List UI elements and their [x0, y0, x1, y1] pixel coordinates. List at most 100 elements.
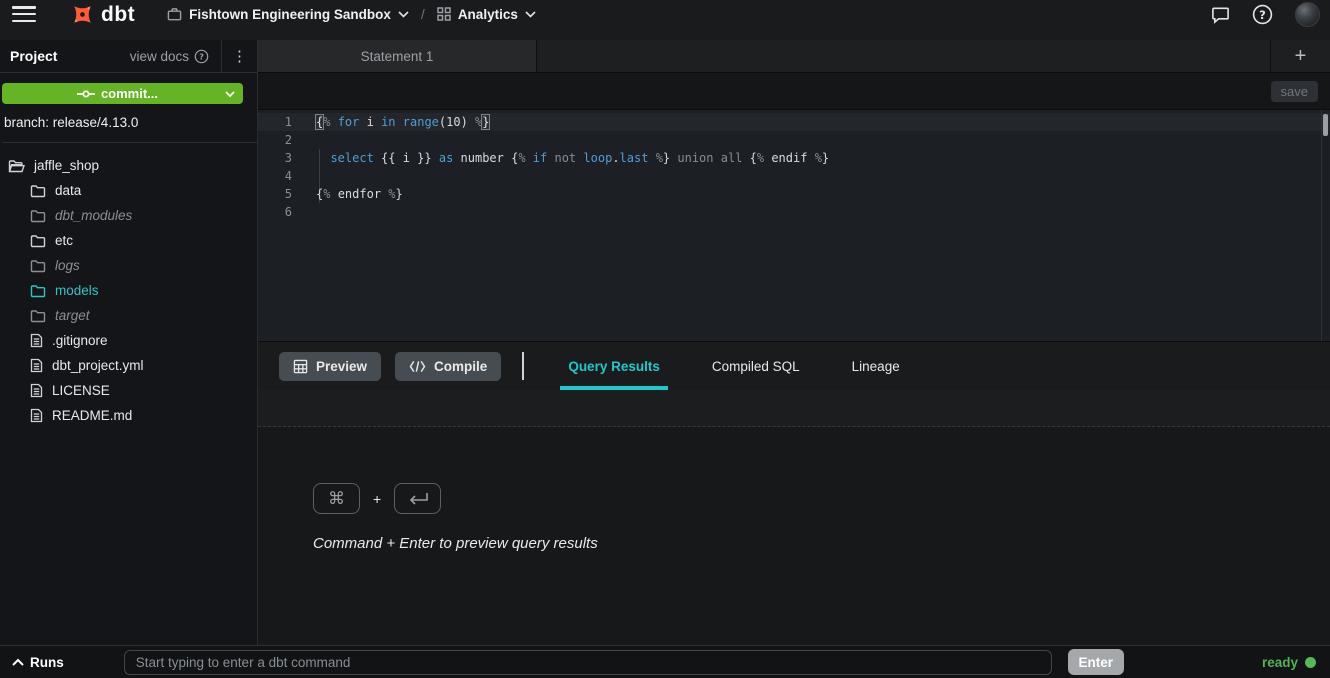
tree-item-models[interactable]: models [0, 278, 257, 303]
folder-icon [30, 184, 46, 198]
code-line-6[interactable]: 6 [258, 203, 1330, 221]
tree-item-label: README.md [52, 408, 132, 423]
view-docs-link[interactable]: view docs ? [130, 49, 221, 64]
grid-icon [437, 7, 451, 21]
tree-item-label: .gitignore [52, 333, 108, 348]
project-selector[interactable]: Analytics [437, 7, 536, 22]
tree-item-jaffle-shop[interactable]: jaffle_shop [0, 153, 257, 178]
help-icon[interactable]: ? [1252, 4, 1273, 25]
line-number: 6 [258, 203, 302, 221]
tree-item-label: target [55, 308, 90, 323]
editor-tab-statement-1[interactable]: Statement 1 [258, 40, 537, 72]
enter-keycap-icon [394, 483, 441, 514]
sidebar-kebab-menu-icon[interactable]: ⋮ [221, 40, 257, 72]
tree-item-data[interactable]: data [0, 178, 257, 203]
editor-scrollbar-track [1321, 110, 1330, 341]
branch-label: branch: release/4.13.0 [2, 104, 257, 143]
save-button[interactable]: save [1271, 81, 1318, 102]
project-name: Analytics [458, 7, 518, 22]
editor-scrollbar-thumb[interactable] [1323, 114, 1328, 136]
new-tab-button[interactable]: + [1270, 40, 1330, 72]
code-text: {% for i in range(10) %} [302, 113, 489, 131]
tree-item-license[interactable]: LICENSE [0, 378, 257, 403]
commit-chevron-down-icon[interactable] [225, 91, 235, 97]
editor-toolbar: save [258, 73, 1330, 110]
commit-node-icon [77, 89, 95, 99]
folder-icon [30, 209, 46, 223]
code-line-1[interactable]: 1{% for i in range(10) %} [258, 113, 1330, 131]
compile-button[interactable]: Compile [395, 352, 501, 381]
runs-panel-toggle[interactable]: Runs [12, 655, 64, 670]
tree-item-etc[interactable]: etc [0, 228, 257, 253]
dbt-logo[interactable]: dbt [70, 2, 135, 27]
results-header-strip [258, 390, 1330, 427]
briefcase-icon [167, 7, 182, 22]
topbar-spacer [0, 28, 1330, 40]
tree-item-label: data [55, 183, 81, 198]
tree-item-label: models [55, 283, 99, 298]
editor-tab-bar: Statement 1 + [258, 40, 1330, 73]
user-avatar[interactable] [1295, 2, 1320, 27]
code-editor[interactable]: 1{% for i in range(10) %}23 select {{ i … [258, 110, 1330, 341]
tab-compiled-sql[interactable]: Compiled SQL [704, 342, 808, 390]
results-toolbar: Preview Compile Query Results Compiled S… [258, 341, 1330, 390]
file-tree: jaffle_shopdata dbt_modulesetc logs models t… [0, 143, 257, 428]
command-keycap-icon: ⌘ [313, 483, 360, 514]
top-bar: dbt Fishtown Engineering Sandbox / Analy… [0, 0, 1330, 28]
status-bar: Runs Enter ready [0, 645, 1330, 678]
line-number: 1 [258, 113, 302, 131]
plus-sign: + [373, 491, 381, 507]
chevron-down-icon [398, 11, 409, 18]
dbt-logo-text: dbt [101, 4, 135, 25]
status-label: ready [1262, 655, 1298, 670]
status-dot-icon [1305, 657, 1316, 668]
tab-lineage[interactable]: Lineage [844, 342, 908, 390]
breadcrumb-separator: / [421, 6, 425, 22]
dbt-command-input[interactable] [124, 650, 1052, 675]
code-text [302, 203, 316, 221]
tree-item-dbt-project-yml[interactable]: dbt_project.yml [0, 353, 257, 378]
keyboard-hint-text: Command + Enter to preview query results [313, 535, 1330, 552]
code-text [302, 131, 316, 149]
commit-button[interactable]: commit... [2, 83, 243, 104]
docs-help-icon: ? [194, 49, 209, 64]
chat-icon[interactable] [1211, 5, 1230, 24]
folder-open-icon [8, 159, 25, 173]
tree-item-label: dbt_modules [55, 208, 132, 223]
file-explorer-sidebar: Project view docs ? ⋮ commit... [0, 40, 258, 645]
tree-item-readme-md[interactable]: README.md [0, 403, 257, 428]
code-line-4[interactable]: 4 [258, 167, 1330, 185]
enter-button[interactable]: Enter [1068, 649, 1124, 675]
commit-label: commit... [101, 86, 158, 101]
sidebar-title: Project [10, 48, 57, 64]
status-indicator: ready [1262, 655, 1316, 670]
code-line-3[interactable]: 3 select {{ i }} as number {% if not loo… [258, 149, 1330, 167]
folder-icon [30, 259, 46, 273]
line-number: 4 [258, 167, 302, 185]
line-number: 3 [258, 149, 302, 167]
line-number: 2 [258, 131, 302, 149]
folder-icon [30, 284, 46, 298]
code-text: {% endfor %} [302, 185, 403, 203]
dbt-logo-icon [70, 2, 95, 27]
tree-item-target[interactable]: target [0, 303, 257, 328]
folder-icon [30, 234, 46, 248]
tree-item-label: jaffle_shop [34, 158, 99, 173]
file-icon [30, 358, 43, 373]
account-selector[interactable]: Fishtown Engineering Sandbox [167, 7, 409, 22]
file-icon [30, 333, 43, 348]
tree-item-label: LICENSE [52, 383, 110, 398]
tree-item-dbt-modules[interactable]: dbt_modules [0, 203, 257, 228]
tree-item--gitignore[interactable]: .gitignore [0, 328, 257, 353]
preview-button[interactable]: Preview [279, 352, 381, 381]
chevron-up-icon [12, 658, 24, 666]
folder-icon [30, 309, 46, 323]
file-icon [30, 383, 43, 398]
code-line-2[interactable]: 2 [258, 131, 1330, 149]
tab-query-results[interactable]: Query Results [560, 342, 668, 390]
tree-item-label: logs [55, 258, 80, 273]
tree-item-logs[interactable]: logs [0, 253, 257, 278]
line-number: 5 [258, 185, 302, 203]
hamburger-menu-icon[interactable] [12, 6, 36, 22]
code-line-5[interactable]: 5{% endfor %} [258, 185, 1330, 203]
